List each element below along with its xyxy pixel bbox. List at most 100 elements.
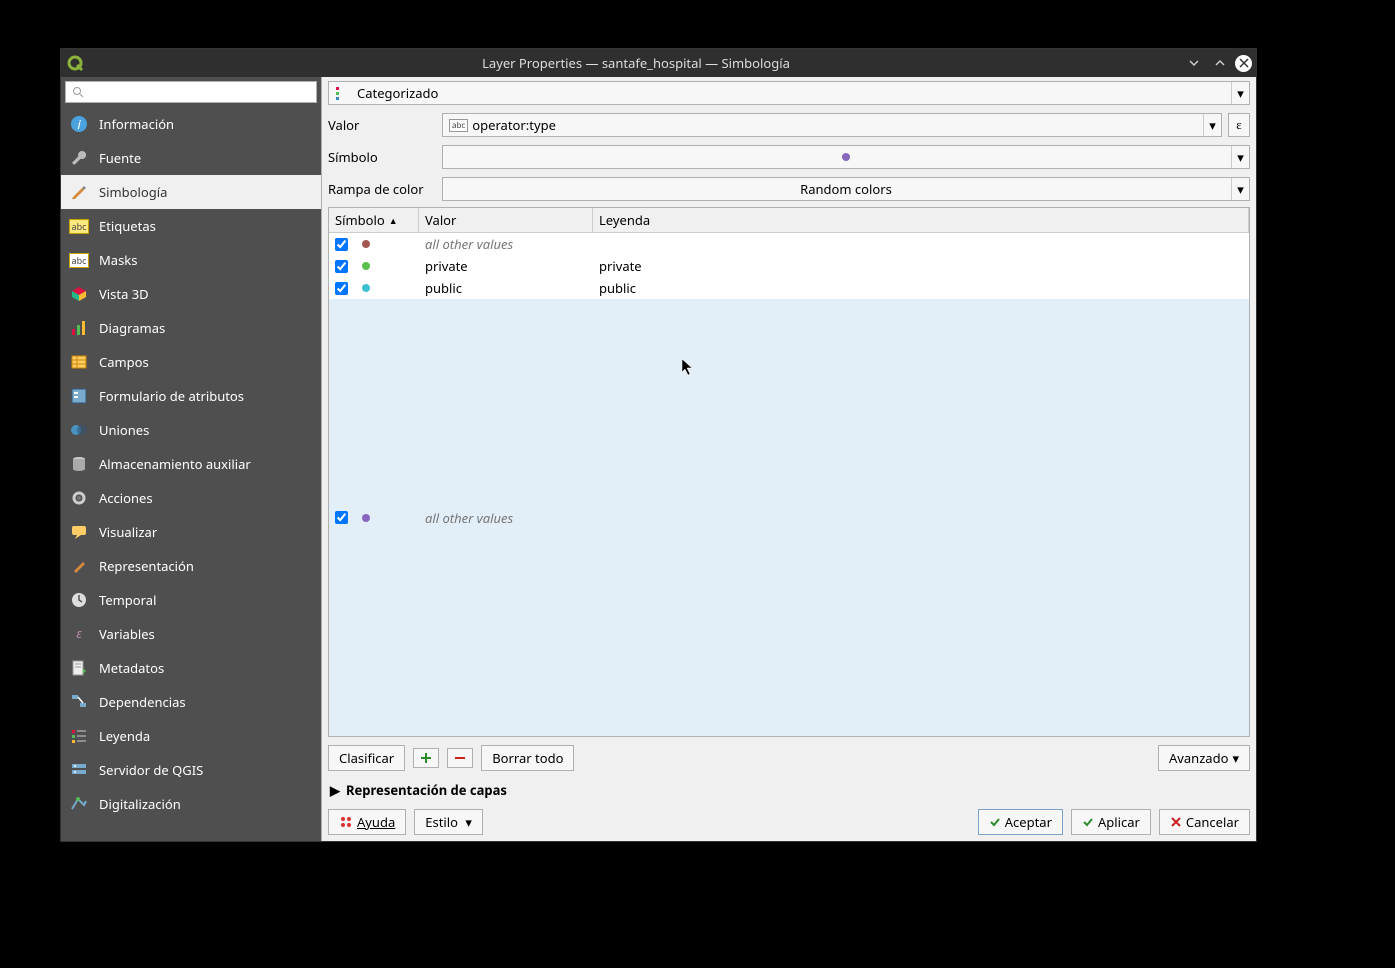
- sidebar-item-dependencias[interactable]: Dependencias: [61, 685, 321, 719]
- sidebar-item-label: Dependencias: [99, 693, 186, 711]
- paint-icon: [69, 556, 89, 576]
- col-simbolo[interactable]: Símbolo ▲: [329, 208, 419, 232]
- layer-rendering-collapse[interactable]: ▶ Representación de capas: [322, 777, 1256, 803]
- row-checkbox[interactable]: [335, 282, 348, 295]
- classify-button[interactable]: Clasificar: [328, 745, 405, 771]
- expression-button[interactable]: ε: [1228, 113, 1250, 137]
- svg-text:ε: ε: [76, 625, 82, 642]
- help-button[interactable]: Ayuda: [328, 809, 406, 835]
- rampa-label: Rampa de color: [328, 180, 436, 198]
- sidebar-item-diagramas[interactable]: Diagramas: [61, 311, 321, 345]
- sidebar-item-simbologia[interactable]: Simbología: [61, 175, 321, 209]
- titlebar: Layer Properties — santafe_hospital — Si…: [61, 49, 1256, 77]
- sidebar-item-label: Información: [99, 115, 174, 133]
- sidebar-item-servidor[interactable]: Servidor de QGIS: [61, 753, 321, 787]
- sidebar-item-temporal[interactable]: Temporal: [61, 583, 321, 617]
- sidebar-item-label: Metadatos: [99, 659, 164, 677]
- digitizing-icon: [69, 794, 89, 814]
- apply-button[interactable]: Aplicar: [1071, 809, 1151, 835]
- sidebar-item-label: Etiquetas: [99, 217, 156, 235]
- row-checkbox[interactable]: [335, 260, 348, 273]
- col-valor[interactable]: Valor: [419, 208, 593, 232]
- table-row[interactable]: private private: [329, 255, 1249, 277]
- search-input[interactable]: [65, 81, 317, 103]
- variable-icon: ε: [69, 624, 89, 644]
- fields-icon: [69, 352, 89, 372]
- chevron-down-icon: ▾: [1231, 146, 1249, 168]
- remove-button[interactable]: [447, 748, 473, 768]
- minimize-button[interactable]: [1183, 52, 1205, 74]
- legend-icon: [69, 726, 89, 746]
- triangle-right-icon: ▶: [330, 781, 340, 799]
- sidebar-item-representacion[interactable]: Representación: [61, 549, 321, 583]
- wrench-icon: [69, 148, 89, 168]
- sidebar-item-visualizar[interactable]: Visualizar: [61, 515, 321, 549]
- row-value: all other values: [419, 233, 593, 255]
- help-icon: [339, 815, 353, 829]
- chevron-down-icon: ▾: [1231, 178, 1249, 200]
- style-type-select[interactable]: Categorizado ▾: [328, 81, 1250, 105]
- brush-icon: [69, 182, 89, 202]
- value-field-select[interactable]: abc operator:type ▾: [442, 113, 1222, 137]
- clock-icon: [69, 590, 89, 610]
- sidebar-item-formulario[interactable]: Formulario de atributos: [61, 379, 321, 413]
- row-symbol-icon: [362, 262, 370, 270]
- maximize-button[interactable]: [1209, 52, 1231, 74]
- add-button[interactable]: [413, 748, 439, 768]
- sidebar-item-masks[interactable]: abc Masks: [61, 243, 321, 277]
- sidebar-item-acciones[interactable]: Acciones: [61, 481, 321, 515]
- table-row[interactable]: all other values: [329, 299, 1249, 736]
- dependencies-icon: [69, 692, 89, 712]
- categories-table: Símbolo ▲ Valor Leyenda all other values…: [328, 207, 1250, 737]
- sidebar-item-leyenda[interactable]: Leyenda: [61, 719, 321, 753]
- sidebar-item-label: Servidor de QGIS: [99, 761, 203, 779]
- close-button[interactable]: [1235, 55, 1252, 72]
- minus-icon: [453, 751, 467, 765]
- symbol-preview-icon: [842, 153, 850, 161]
- accept-button[interactable]: Aceptar: [978, 809, 1063, 835]
- gear-icon: [69, 488, 89, 508]
- info-icon: i: [69, 114, 89, 134]
- symbol-select[interactable]: ▾: [442, 145, 1250, 169]
- table-row[interactable]: public public: [329, 277, 1249, 299]
- delete-all-button[interactable]: Borrar todo: [481, 745, 574, 771]
- row-value: all other values: [419, 507, 593, 529]
- chevron-down-icon: ▾: [1203, 114, 1221, 136]
- cube-icon: [69, 284, 89, 304]
- sidebar-item-informacion[interactable]: i Información: [61, 107, 321, 141]
- sidebar-item-digitalizacion[interactable]: Digitalización: [61, 787, 321, 821]
- advanced-button[interactable]: Avanzado ▾: [1158, 745, 1250, 771]
- main-panel: Categorizado ▾ Valor abc operator:type ▾…: [321, 77, 1256, 841]
- sidebar-item-label: Visualizar: [99, 523, 157, 541]
- row-legend: public: [593, 277, 1249, 299]
- col-leyenda[interactable]: Leyenda: [593, 208, 1249, 232]
- sidebar-item-vista3d[interactable]: Vista 3D: [61, 277, 321, 311]
- sidebar-item-fuente[interactable]: Fuente: [61, 141, 321, 175]
- row-checkbox[interactable]: [335, 238, 348, 251]
- sidebar-item-uniones[interactable]: Uniones: [61, 413, 321, 447]
- search-icon: [72, 86, 84, 98]
- style-type-label: Categorizado: [357, 84, 438, 102]
- row-legend: [593, 516, 1249, 520]
- table-row[interactable]: all other values: [329, 233, 1249, 255]
- cancel-button[interactable]: Cancelar: [1159, 809, 1250, 835]
- sidebar-item-campos[interactable]: Campos: [61, 345, 321, 379]
- sidebar-item-variables[interactable]: ε Variables: [61, 617, 321, 651]
- check-icon: [989, 816, 1001, 828]
- qgis-logo-icon: [61, 49, 89, 77]
- style-button[interactable]: Estilo ▾: [414, 809, 483, 835]
- tooltip-icon: [69, 522, 89, 542]
- row-symbol-icon: [362, 514, 370, 522]
- row-legend: private: [593, 255, 1249, 277]
- layer-properties-window: Layer Properties — santafe_hospital — Si…: [61, 49, 1256, 841]
- sidebar-item-etiquetas[interactable]: abc Etiquetas: [61, 209, 321, 243]
- sidebar-item-label: Almacenamiento auxiliar: [99, 455, 251, 473]
- sidebar-item-almacenamiento[interactable]: Almacenamiento auxiliar: [61, 447, 321, 481]
- sidebar-item-label: Formulario de atributos: [99, 387, 244, 405]
- join-icon: [69, 420, 89, 440]
- row-checkbox[interactable]: [335, 511, 348, 524]
- window-title: Layer Properties — santafe_hospital — Si…: [89, 54, 1183, 72]
- sidebar-item-metadatos[interactable]: Metadatos: [61, 651, 321, 685]
- color-ramp-select[interactable]: Random colors ▾: [442, 177, 1250, 201]
- sidebar-item-label: Simbología: [99, 183, 167, 201]
